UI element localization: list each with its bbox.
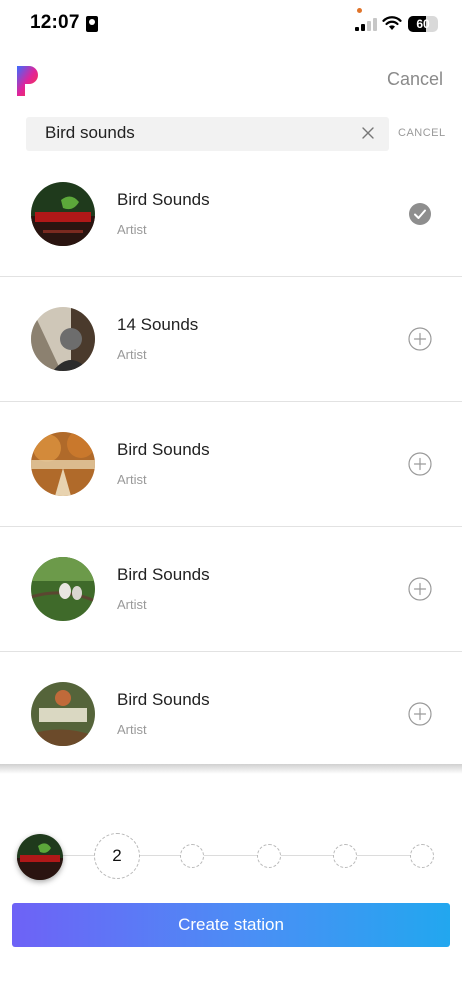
cellular-signal-icon bbox=[355, 17, 377, 31]
empty-seed-slot[interactable] bbox=[180, 844, 204, 868]
result-subtitle: Artist bbox=[117, 722, 147, 737]
result-subtitle: Artist bbox=[117, 597, 147, 612]
results-list: Bird Sounds Artist 14 Sounds Artist Bird… bbox=[0, 152, 462, 777]
search-input[interactable]: Bird sounds bbox=[26, 117, 389, 151]
add-icon[interactable] bbox=[408, 452, 432, 476]
result-title: Bird Sounds bbox=[117, 565, 210, 584]
empty-seed-slot[interactable] bbox=[410, 844, 434, 868]
empty-seed-slot[interactable] bbox=[333, 844, 357, 868]
checkmark-icon[interactable] bbox=[408, 202, 432, 226]
search-query[interactable]: Bird sounds bbox=[45, 123, 135, 143]
battery-icon: 60 bbox=[408, 16, 438, 32]
status-bar: 12:07 60 bbox=[0, 0, 462, 50]
next-seed-slot[interactable]: 2 bbox=[94, 833, 140, 879]
empty-seed-slot[interactable] bbox=[257, 844, 281, 868]
add-icon[interactable] bbox=[408, 702, 432, 726]
wifi-icon bbox=[382, 16, 402, 30]
battery-level: 60 bbox=[416, 17, 430, 31]
header-cancel-button[interactable]: Cancel bbox=[387, 69, 443, 90]
search-cancel-button[interactable]: CANCEL bbox=[398, 127, 446, 139]
list-item[interactable]: Bird Sounds Artist bbox=[0, 152, 462, 277]
list-item[interactable]: Bird Sounds Artist bbox=[0, 402, 462, 527]
result-title: Bird Sounds bbox=[117, 440, 210, 459]
artist-avatar bbox=[31, 307, 95, 371]
add-icon[interactable] bbox=[408, 327, 432, 351]
status-time: 12:07 bbox=[30, 12, 80, 33]
station-seed-stepper: 2 bbox=[0, 830, 462, 882]
result-title: Bird Sounds bbox=[117, 690, 210, 709]
list-item[interactable]: Bird Sounds Artist bbox=[0, 652, 462, 777]
contact-card-icon bbox=[86, 16, 98, 32]
artist-avatar bbox=[31, 182, 95, 246]
result-subtitle: Artist bbox=[117, 347, 147, 362]
pandora-logo-icon[interactable] bbox=[17, 66, 41, 96]
result-title: Bird Sounds bbox=[117, 190, 210, 209]
bottom-sheet-divider bbox=[0, 764, 462, 774]
result-title: 14 Sounds bbox=[117, 315, 199, 334]
list-item[interactable]: Bird Sounds Artist bbox=[0, 527, 462, 652]
clear-search-icon[interactable] bbox=[361, 126, 375, 140]
artist-avatar bbox=[31, 557, 95, 621]
add-icon[interactable] bbox=[408, 577, 432, 601]
artist-avatar bbox=[31, 432, 95, 496]
artist-avatar bbox=[31, 682, 95, 746]
privacy-indicator-icon bbox=[357, 8, 362, 13]
list-item[interactable]: 14 Sounds Artist bbox=[0, 277, 462, 402]
selected-seed-avatar[interactable] bbox=[17, 834, 63, 880]
result-subtitle: Artist bbox=[117, 222, 147, 237]
result-subtitle: Artist bbox=[117, 472, 147, 487]
create-station-button[interactable]: Create station bbox=[12, 903, 450, 947]
